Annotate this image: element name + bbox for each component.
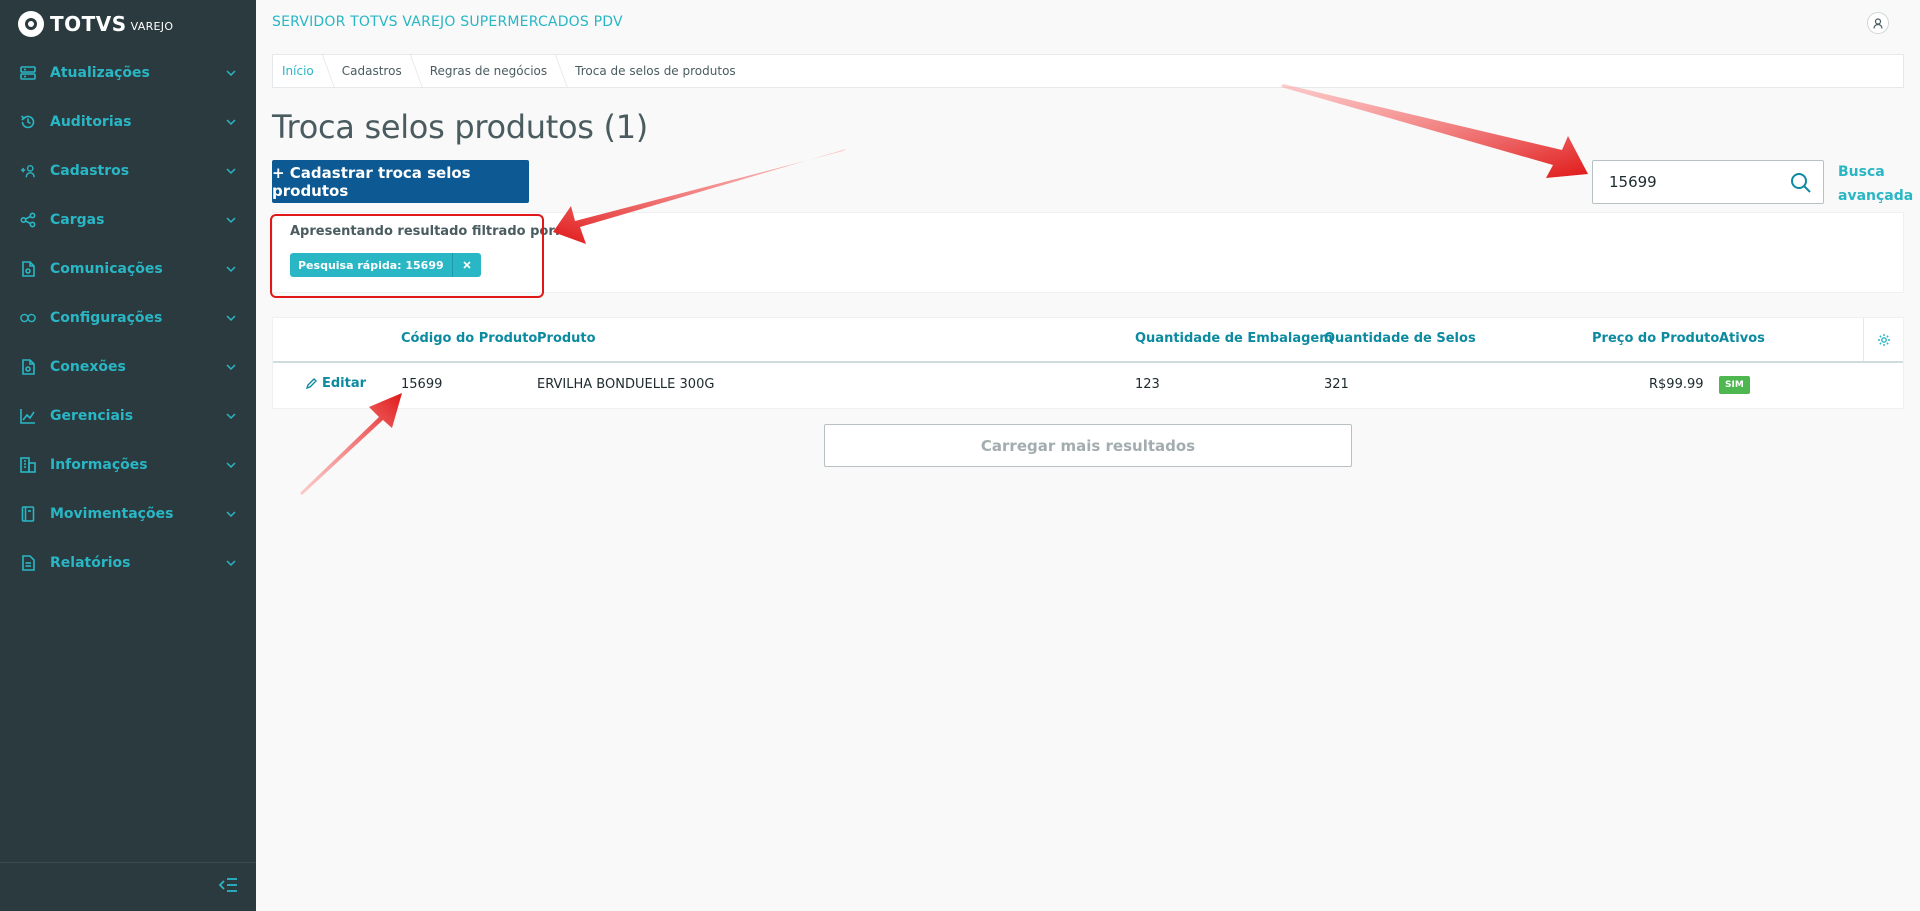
- load-more-button[interactable]: Carregar mais resultados: [824, 424, 1352, 467]
- chevron-down-icon: [226, 461, 236, 468]
- brand-sub: VAREJO: [130, 19, 174, 33]
- sidebar-item-configuracoes[interactable]: Configurações: [0, 293, 256, 342]
- results-table: Código do Produto Produto Quantidade de …: [272, 317, 1904, 409]
- status-badge: SIM: [1719, 376, 1750, 394]
- column-header-qtd-selos[interactable]: Quantidade de Selos: [1324, 331, 1476, 346]
- table-row: Editar 15699 ERVILHA BONDUELLE 300G 123 …: [273, 363, 1903, 408]
- sidebar-item-movimentacoes[interactable]: Movimentações: [0, 489, 256, 538]
- pencil-icon: [306, 378, 317, 389]
- chevron-down-icon: [226, 216, 236, 223]
- chevron-down-icon: [226, 69, 236, 76]
- sidebar-item-cadastros[interactable]: Cadastros: [0, 146, 256, 195]
- add-troca-selos-button[interactable]: + Cadastrar troca selos produtos: [272, 160, 529, 203]
- advanced-search-label: avançada: [1838, 188, 1914, 204]
- advanced-search-label: Busca: [1838, 164, 1885, 180]
- sidebar-item-informacoes[interactable]: Informações: [0, 440, 256, 489]
- edit-button[interactable]: Editar: [306, 376, 366, 391]
- document-icon: [20, 358, 36, 375]
- document-icon: [20, 260, 36, 277]
- cell-produto: ERVILHA BONDUELLE 300G: [537, 377, 715, 392]
- sidebar: TOTVS VAREJO Atualizações Auditorias Cad…: [0, 0, 256, 911]
- edit-label: Editar: [322, 376, 367, 391]
- cell-qtd-selos: 321: [1324, 377, 1349, 392]
- sidebar-item-label: Cadastros: [50, 162, 130, 179]
- sidebar-item-label: Comunicações: [50, 260, 163, 277]
- breadcrumb-item-cadastros[interactable]: Cadastros: [328, 55, 416, 87]
- column-header-ativos[interactable]: Ativos: [1719, 331, 1765, 346]
- user-add-icon: [20, 163, 36, 179]
- brand-logo[interactable]: TOTVS VAREJO: [18, 10, 173, 38]
- sidebar-menu: Atualizações Auditorias Cadastros Cargas: [0, 48, 256, 587]
- table-settings-button[interactable]: [1863, 318, 1904, 361]
- sidebar-item-label: Gerenciais: [50, 407, 134, 424]
- chevron-down-icon: [226, 412, 236, 419]
- column-header-qtd-embalagem[interactable]: Quantidade de Embalagem: [1135, 331, 1333, 346]
- sidebar-item-cargas[interactable]: Cargas: [0, 195, 256, 244]
- sidebar-item-conexoes[interactable]: Conexões: [0, 342, 256, 391]
- search-icon[interactable]: [1789, 171, 1813, 195]
- cell-codigo: 15699: [401, 377, 443, 392]
- sidebar-item-label: Informações: [50, 456, 148, 473]
- column-header-produto[interactable]: Produto: [537, 331, 596, 346]
- breadcrumb-item-regras[interactable]: Regras de negócios: [416, 55, 561, 87]
- column-header-codigo[interactable]: Código do Produto: [401, 331, 537, 346]
- page-title: Troca selos produtos (1): [272, 108, 648, 146]
- sidebar-item-label: Movimentações: [50, 505, 174, 522]
- sidebar-item-label: Auditorias: [50, 113, 132, 130]
- server-icon: [20, 65, 36, 81]
- breadcrumb-item-current: Troca de selos de produtos: [575, 64, 736, 78]
- cell-qtd-embalagem: 123: [1135, 377, 1160, 392]
- chevron-down-icon: [226, 118, 236, 125]
- share-icon: [20, 211, 36, 228]
- chevron-down-icon: [226, 167, 236, 174]
- cell-preco: R$99.99: [1649, 377, 1704, 392]
- chevron-down-icon: [226, 363, 236, 370]
- user-icon: [1873, 17, 1883, 29]
- totvs-logo-icon: [18, 11, 44, 37]
- sidebar-item-label: Cargas: [50, 211, 105, 228]
- sidebar-item-label: Conexões: [50, 358, 126, 375]
- sidebar-item-gerenciais[interactable]: Gerenciais: [0, 391, 256, 440]
- report-icon: [20, 554, 36, 571]
- user-menu-button[interactable]: [1867, 12, 1889, 34]
- breadcrumb-item-inicio[interactable]: Início: [273, 55, 328, 87]
- sidebar-item-comunicacoes[interactable]: Comunicações: [0, 244, 256, 293]
- breadcrumb: Início Cadastros Regras de negócios Troc…: [272, 54, 1904, 88]
- sidebar-divider: [0, 862, 256, 863]
- sidebar-item-label: Configurações: [50, 309, 163, 326]
- link-icon: [20, 310, 36, 326]
- advanced-search-link[interactable]: Busca avançada: [1838, 160, 1914, 208]
- chevron-down-icon: [226, 510, 236, 517]
- sidebar-item-atualizacoes[interactable]: Atualizações: [0, 48, 256, 97]
- chevron-down-icon: [226, 314, 236, 321]
- column-header-preco[interactable]: Preço do Produto: [1592, 331, 1719, 346]
- chevron-down-icon: [226, 265, 236, 272]
- chart-icon: [20, 408, 36, 424]
- collapse-sidebar-icon[interactable]: [218, 876, 238, 894]
- table-header: Código do Produto Produto Quantidade de …: [273, 318, 1903, 363]
- quick-search: [1592, 160, 1824, 204]
- annotation-highlight-box: [270, 214, 544, 298]
- brand-name: TOTVS: [50, 12, 127, 36]
- building-icon: [20, 456, 36, 473]
- history-icon: [20, 114, 36, 130]
- gear-icon: [1878, 333, 1890, 346]
- chevron-down-icon: [226, 559, 236, 566]
- sidebar-item-label: Atualizações: [50, 64, 150, 81]
- sidebar-item-label: Relatórios: [50, 554, 131, 571]
- server-title: SERVIDOR TOTVS VAREJO SUPERMERCADOS PDV: [272, 14, 623, 30]
- sidebar-item-relatorios[interactable]: Relatórios: [0, 538, 256, 587]
- sidebar-item-auditorias[interactable]: Auditorias: [0, 97, 256, 146]
- search-input[interactable]: [1609, 171, 1779, 193]
- book-icon: [20, 505, 36, 522]
- arrow-to-search: [1281, 84, 1588, 178]
